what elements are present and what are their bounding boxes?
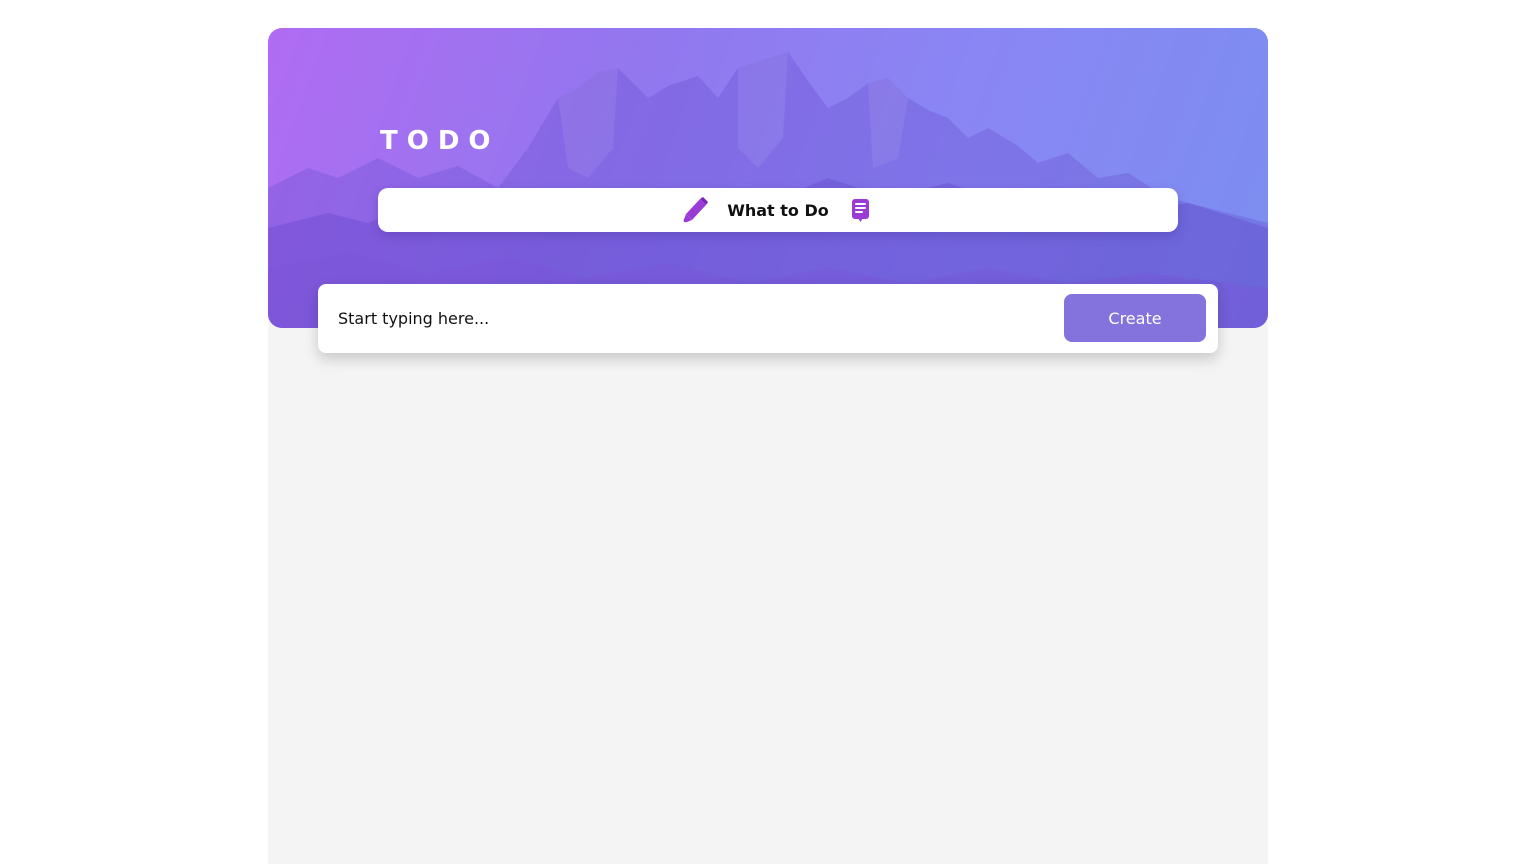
app-title: TODO — [380, 126, 500, 156]
what-to-do-banner: What to Do — [378, 188, 1178, 232]
pencil-icon — [681, 196, 709, 224]
mountain-background-image — [268, 52, 1268, 328]
header-hero: TODO What to Do — [268, 28, 1268, 328]
notepad-icon — [847, 196, 875, 224]
todo-app: TODO What to Do Start typing here... Cre… — [268, 28, 1268, 864]
create-button[interactable]: Create — [1064, 294, 1206, 342]
todo-input[interactable] — [338, 296, 1038, 340]
banner-label: What to Do — [727, 200, 829, 220]
new-todo-form: Create — [318, 284, 1218, 353]
